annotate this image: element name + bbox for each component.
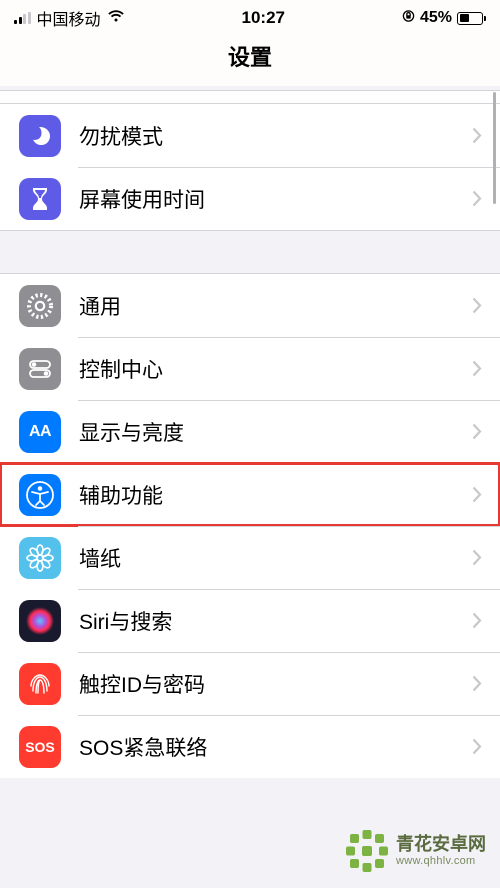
row-label: SOS紧急联络 (79, 732, 472, 762)
signal-icon (14, 12, 31, 24)
chevron-right-icon (472, 675, 482, 692)
status-left: 中国移动 (14, 6, 125, 30)
flower-icon (19, 537, 61, 579)
watermark-logo-icon (344, 828, 390, 874)
chevron-right-icon (472, 612, 482, 629)
chevron-right-icon (472, 360, 482, 377)
carrier-label: 中国移动 (37, 6, 101, 30)
toggles-icon (19, 348, 61, 390)
section-focus: 勿扰模式 屏幕使用时间 (0, 104, 500, 231)
page-title: 设置 (0, 40, 500, 72)
wifi-icon (107, 8, 125, 28)
section-general: 通用 控制中心 AA 显示与亮度 辅助功能 墙纸 Siri与搜索 (0, 273, 500, 778)
row-siri[interactable]: Siri与搜索 (0, 589, 500, 652)
chevron-right-icon (472, 549, 482, 566)
row-general[interactable]: 通用 (0, 274, 500, 337)
battery-percent: 45% (420, 9, 452, 27)
row-label: 触控ID与密码 (79, 669, 472, 699)
chevron-right-icon (472, 423, 482, 440)
watermark: 青花安卓网 www.qhhlv.com (344, 828, 486, 874)
status-right: 45% (402, 9, 486, 28)
accessibility-icon (19, 474, 61, 516)
row-label: 显示与亮度 (79, 417, 472, 447)
sos-text: SOS (25, 739, 55, 755)
row-touchid[interactable]: 触控ID与密码 (0, 652, 500, 715)
row-accessibility[interactable]: 辅助功能 (0, 463, 500, 526)
battery-icon (457, 12, 486, 25)
aa-text: AA (29, 423, 51, 441)
siri-icon (19, 600, 61, 642)
chevron-right-icon (472, 190, 482, 207)
text-size-icon: AA (19, 411, 61, 453)
scroll-indicator[interactable] (493, 92, 496, 204)
chevron-right-icon (472, 738, 482, 755)
row-label: 控制中心 (79, 354, 472, 384)
row-label: 墙纸 (79, 543, 472, 573)
page-header: 设置 (0, 34, 500, 86)
status-bar: 中国移动 10:27 45% (0, 0, 500, 34)
row-screentime[interactable]: 屏幕使用时间 (0, 167, 500, 230)
watermark-url: www.qhhlv.com (396, 855, 486, 868)
row-label: Siri与搜索 (79, 606, 472, 636)
chevron-right-icon (472, 486, 482, 503)
row-label: 通用 (79, 291, 472, 321)
watermark-title: 青花安卓网 (396, 834, 486, 855)
row-dnd[interactable]: 勿扰模式 (0, 104, 500, 167)
row-control-center[interactable]: 控制中心 (0, 337, 500, 400)
chevron-right-icon (472, 297, 482, 314)
orientation-lock-icon (402, 9, 415, 28)
row-label: 勿扰模式 (79, 121, 472, 151)
fingerprint-icon (19, 663, 61, 705)
partial-row-top (0, 90, 500, 104)
moon-icon (19, 115, 61, 157)
sos-icon: SOS (19, 726, 61, 768)
row-display[interactable]: AA 显示与亮度 (0, 400, 500, 463)
hourglass-icon (19, 178, 61, 220)
status-time: 10:27 (242, 8, 285, 28)
row-wallpaper[interactable]: 墙纸 (0, 526, 500, 589)
chevron-right-icon (472, 127, 482, 144)
row-label: 辅助功能 (79, 480, 472, 510)
row-sos[interactable]: SOS SOS紧急联络 (0, 715, 500, 778)
row-label: 屏幕使用时间 (79, 184, 472, 214)
gear-icon (19, 285, 61, 327)
